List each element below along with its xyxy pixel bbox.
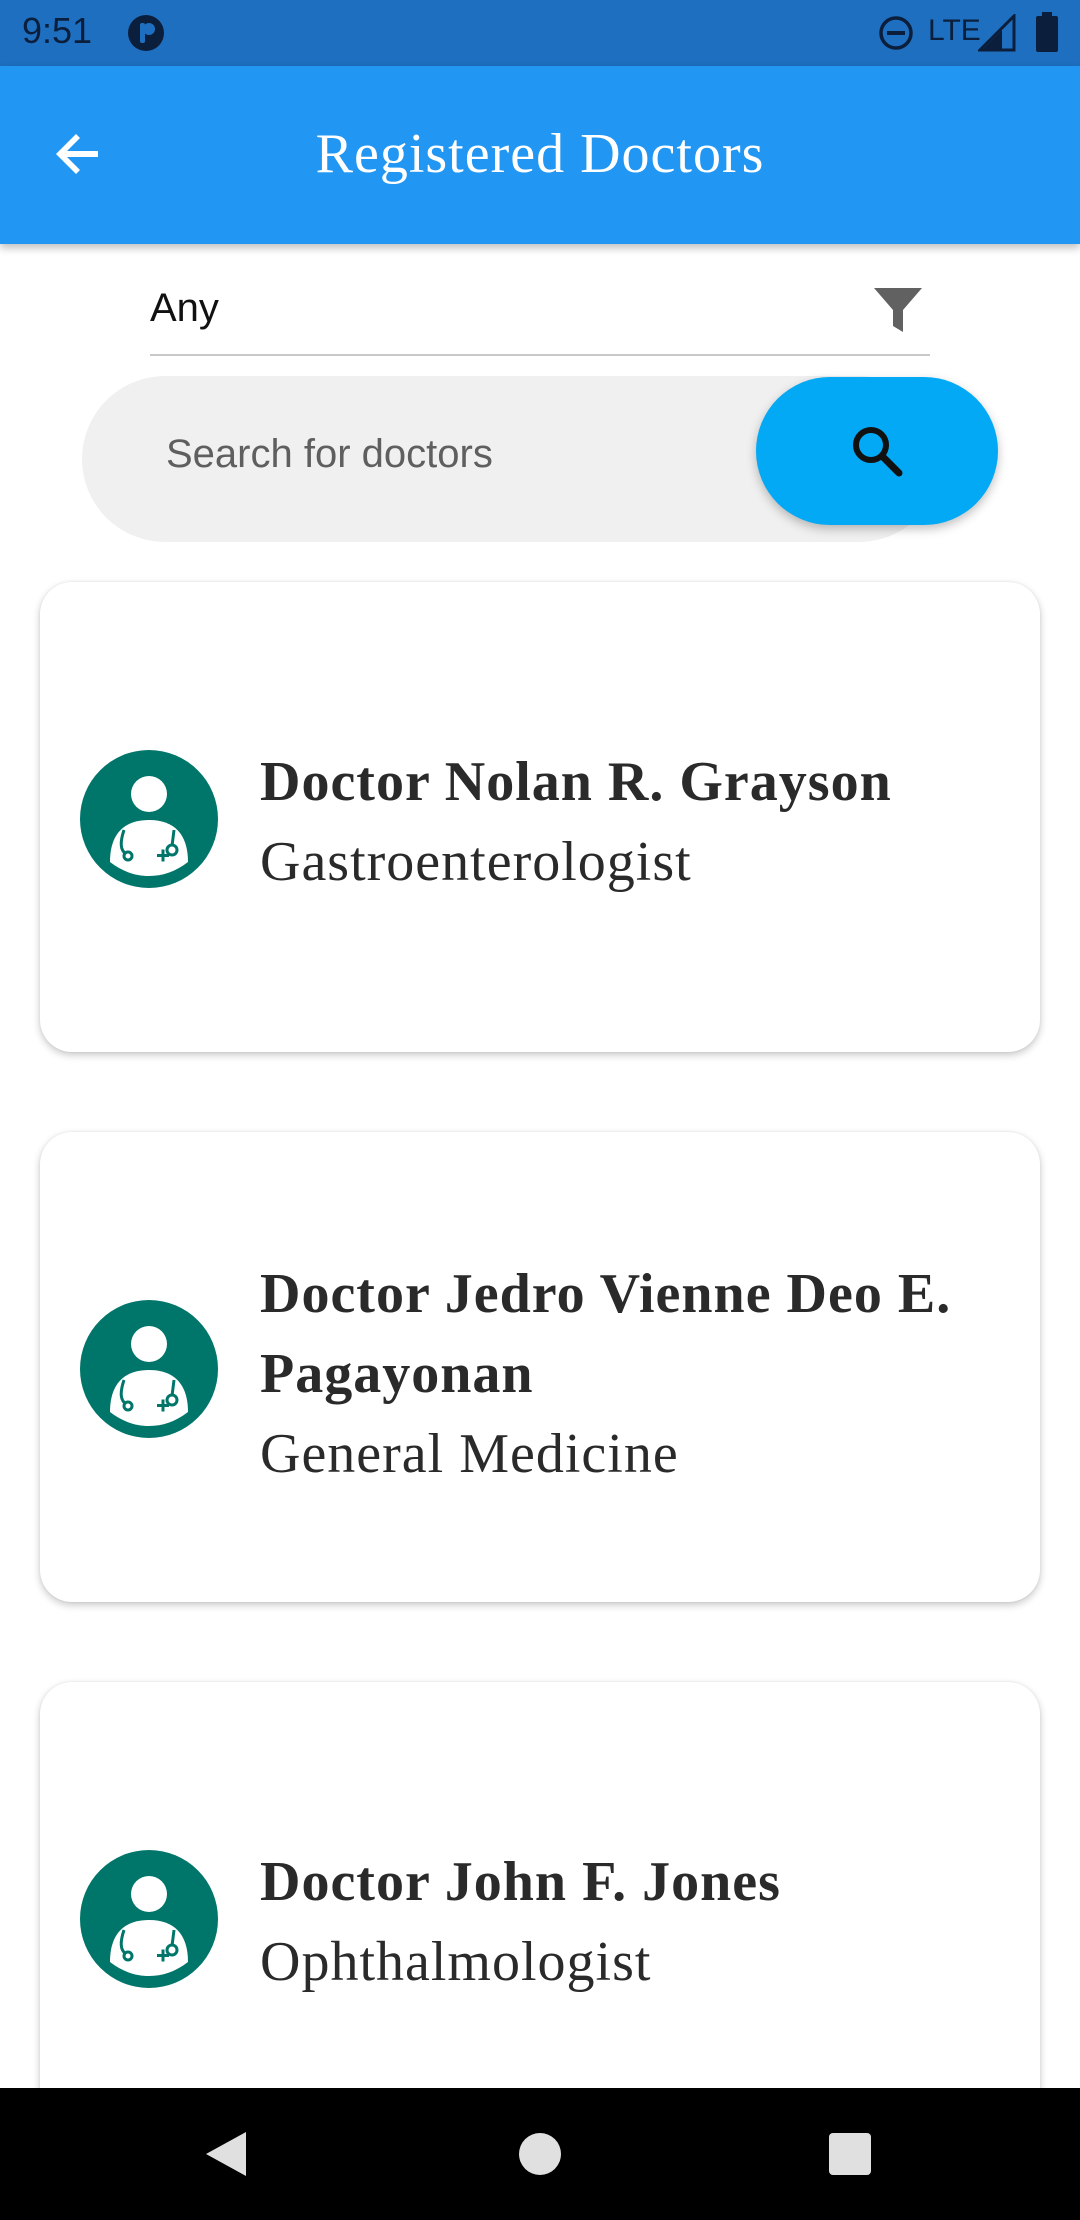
- app-bar: Registered Doctors: [0, 66, 1080, 244]
- nav-home-icon[interactable]: [510, 2124, 570, 2184]
- doctor-avatar-icon: [80, 1300, 218, 1438]
- search-button[interactable]: [756, 377, 998, 525]
- nav-recents-icon[interactable]: [820, 2124, 880, 2184]
- doctor-card[interactable]: Doctor Nolan R. Grayson Gastroenterologi…: [40, 582, 1040, 1052]
- status-time: 9:51: [22, 10, 93, 51]
- battery-icon: [1036, 12, 1058, 52]
- nav-back-icon[interactable]: [196, 2124, 256, 2184]
- doctor-avatar-icon: [80, 750, 218, 888]
- filter-selected-value: Any: [150, 286, 219, 330]
- network-type: LTE: [928, 14, 981, 47]
- doctor-name: Doctor Jedro Vienne Deo E. Pagayonan: [260, 1263, 952, 1405]
- doctor-card[interactable]: Doctor John F. Jones Ophthalmologist: [40, 1682, 1040, 2152]
- doctor-name: Doctor John F. Jones: [260, 1851, 781, 1913]
- filter-icon[interactable]: [872, 284, 924, 336]
- doctor-specialty: General Medicine: [260, 1423, 679, 1485]
- signal-icon: [978, 14, 1016, 52]
- doctor-specialty: Gastroenterologist: [260, 831, 692, 893]
- doctor-avatar-icon: [80, 1850, 218, 1988]
- system-nav-bar: [0, 2088, 1080, 2220]
- doctor-name: Doctor Nolan R. Grayson: [260, 751, 892, 813]
- doctor-card[interactable]: Doctor Jedro Vienne Deo E. Pagayonan Gen…: [40, 1132, 1040, 1602]
- specialty-filter-dropdown[interactable]: Any: [150, 270, 930, 356]
- doctor-specialty: Ophthalmologist: [260, 1931, 652, 1993]
- search-icon: [853, 427, 903, 477]
- do-not-disturb-icon: [879, 16, 913, 50]
- app-notification-icon: [128, 15, 164, 51]
- page-title: Registered Doctors: [315, 123, 765, 185]
- status-bar: 9:51 LTE: [0, 0, 1080, 66]
- search-input[interactable]: [164, 418, 768, 490]
